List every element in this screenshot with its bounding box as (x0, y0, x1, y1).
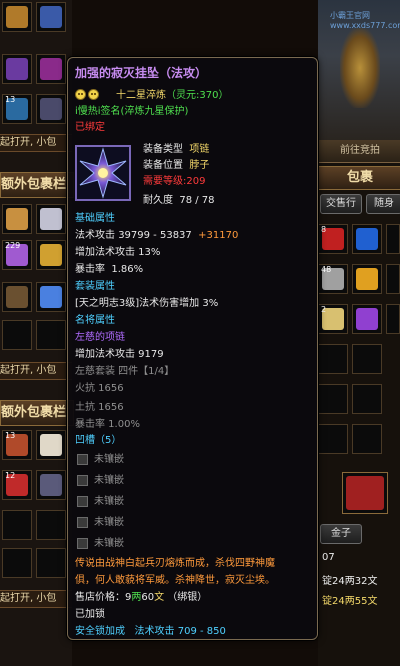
empty-socket-icon (77, 475, 88, 486)
crit-rate-row: 暴击率 1.86% (75, 264, 144, 275)
inventory-slot[interactable] (352, 264, 382, 294)
equip-slot-row: 装备位置 脖子 (143, 160, 210, 171)
inventory-slot[interactable] (36, 94, 66, 124)
empty-socket-icon (77, 454, 88, 465)
inventory-slot[interactable] (36, 282, 66, 312)
inventory-slot[interactable] (2, 282, 32, 312)
socket-status: 未镶嵌 (94, 496, 124, 507)
empty-socket-icon (77, 517, 88, 528)
increase-magic-attack: 增加法术攻击 13% (75, 247, 161, 258)
bound-silver-value: 锭24两55文 (322, 596, 378, 607)
gold-value: 07 (322, 552, 335, 563)
famous-item-name: 左慈的项链 (75, 332, 125, 343)
merchant-button[interactable]: 交售行 (320, 194, 362, 214)
character-figure (340, 28, 380, 108)
inventory-slot[interactable] (352, 224, 382, 254)
inventory-slot[interactable] (36, 240, 66, 270)
bag-hint-text-2: 起打开, 小包 (0, 362, 72, 380)
silver-value: 锭24两32文 (322, 576, 378, 587)
lore-line-2: 俱，何人敢藐将军威。杀神降世，寂灭尘埃。 (75, 575, 275, 586)
gold-label[interactable]: 金子 (320, 524, 362, 544)
inventory-slot[interactable] (352, 424, 382, 454)
inventory-slot[interactable] (36, 470, 66, 500)
base-attr-title: 基础属性 (75, 213, 115, 224)
inventory-slot[interactable] (2, 320, 32, 350)
star-pendant-icon (79, 147, 127, 199)
famous-set-label: 左慈套装 四件【1/4】 (75, 366, 175, 377)
inventory-slot[interactable]: 48 (318, 264, 348, 294)
inventory-slot[interactable] (318, 424, 348, 454)
item-tooltip: 加强的寂灭挂坠（法攻） 十二星淬炼（灵元:370） i慢热i签名(淬炼九星保护)… (67, 57, 318, 640)
inventory-slot[interactable] (386, 224, 400, 254)
sell-price-row: 售店价格：9两60文 （绑银） (75, 592, 208, 603)
bag-hint-text-3: 起打开, 小包 (0, 590, 72, 608)
inventory-slot[interactable]: 2 (318, 304, 348, 334)
socket-status: 未镶嵌 (94, 517, 124, 528)
inventory-slot[interactable] (36, 54, 66, 84)
inventory-slot[interactable] (2, 510, 32, 540)
inventory-slot[interactable] (352, 304, 382, 334)
lore-line-1: 传说由战神白起兵刃熔炼而成，杀伐四野神魔 (75, 558, 275, 569)
inventory-slot[interactable]: 13 (2, 94, 32, 124)
famous-attr-title: 名将属性 (75, 315, 115, 326)
item-name: 加强的寂灭挂坠（法攻） (75, 66, 208, 80)
inventory-slot[interactable] (386, 304, 400, 334)
famous-magic-attack: 增加法术攻击 9179 (75, 349, 164, 360)
inventory-slot[interactable] (352, 384, 382, 414)
bag-hint-text: 起打开, 小包 (0, 134, 72, 152)
inventory-slot[interactable] (36, 204, 66, 234)
item-icon (75, 145, 131, 201)
inventory-slot[interactable] (36, 548, 66, 578)
famous-crit: 暴击率 1.00% (75, 419, 140, 430)
inventory-slot[interactable] (386, 264, 400, 294)
inventory-slot[interactable]: 12 (2, 470, 32, 500)
extra-bag-title: 额外包裹栏 (0, 172, 74, 198)
inventory-slot[interactable] (318, 384, 348, 414)
socket-title-row: 凹槽（5） (75, 435, 122, 446)
follow-button[interactable]: 随身 (366, 194, 400, 214)
extra-bag-title-2: 额外包裹栏 (0, 400, 74, 426)
inventory-slot[interactable] (318, 344, 348, 374)
inventory-slot[interactable] (36, 430, 66, 460)
magic-attack-row: 法术攻击 39799 - 53837 +31170 (75, 230, 239, 241)
inventory-slot[interactable]: 8 (318, 224, 348, 254)
inventory-slot[interactable] (36, 320, 66, 350)
inventory-slot[interactable] (2, 204, 32, 234)
set-attr-title: 套装属性 (75, 281, 115, 292)
emoji-face-icon (88, 89, 99, 100)
required-level-row: 需要等级:209 (143, 176, 206, 187)
inventory-slot[interactable] (36, 2, 66, 32)
inventory-slot[interactable] (2, 54, 32, 84)
socket-status: 未镶嵌 (94, 538, 124, 549)
emoji-face-icon (75, 89, 86, 100)
inventory-slot[interactable] (36, 510, 66, 540)
earth-resist: 土抗 1656 (75, 402, 124, 413)
inventory-slot[interactable] (352, 344, 382, 374)
competition-tab[interactable]: 前往竞拍 (318, 140, 400, 163)
fire-resist: 火抗 1656 (75, 383, 124, 394)
inventory-slot[interactable] (2, 548, 32, 578)
refine-line: 十二星淬炼（灵元:370） (116, 90, 229, 101)
empty-socket-icon (77, 538, 88, 549)
treasure-bag-button[interactable] (342, 472, 388, 514)
equip-type-row: 装备类型 项链 (143, 144, 210, 155)
durability-row: 耐久度 78 / 78 (143, 195, 215, 206)
socket-status: 未镶嵌 (94, 454, 124, 465)
empty-socket-icon (77, 496, 88, 507)
safety-lock-row: 安全锁加成 法术攻击 709 - 850 (75, 626, 226, 637)
inventory-slot[interactable]: 229 (2, 240, 32, 270)
inventory-slot[interactable] (2, 2, 32, 32)
bound-status: 已绑定 (75, 122, 105, 133)
bag-title: 包裹 (318, 166, 400, 190)
set-attr-line: [天之明志3级]法术伤害增加 3% (75, 298, 219, 309)
socket-status: 未镶嵌 (94, 475, 124, 486)
locked-status: 已加锁 (75, 609, 105, 620)
signature-line: i慢热i签名(淬炼九星保护) (75, 106, 189, 117)
inventory-slot[interactable]: 13 (2, 430, 32, 460)
watermark: 小霸王官网 www.xxds777.com (330, 11, 400, 30)
